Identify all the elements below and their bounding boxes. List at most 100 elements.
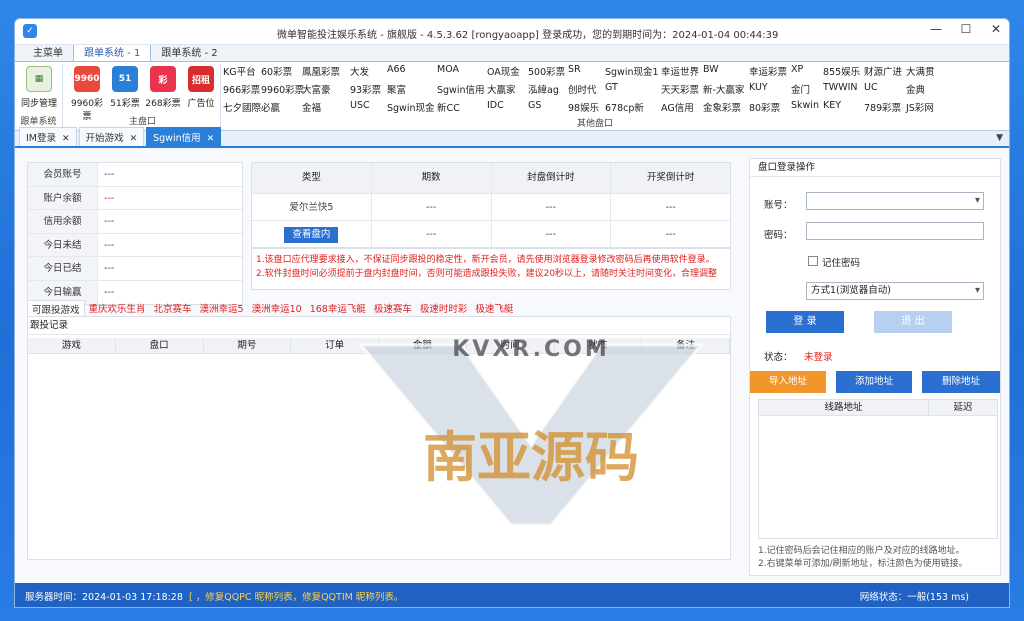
game-tab[interactable]: 澳洲幸运5 (196, 300, 248, 316)
platform-link[interactable]: JS彩网 (906, 100, 934, 114)
close-icon[interactable]: ✕ (989, 22, 1003, 36)
main-market-button[interactable]: 彩 268彩票 (143, 66, 183, 109)
platform-link[interactable]: UC (864, 82, 878, 93)
platform-link[interactable]: 98娱乐 (568, 100, 599, 114)
login-mode-select[interactable]: 方式1(浏览器自动) (806, 282, 984, 300)
platform-link[interactable]: 60彩票 (261, 64, 292, 78)
platform-link[interactable]: 大发 (350, 64, 369, 78)
remember-password-checkbox[interactable] (808, 256, 818, 266)
title-bar[interactable]: ✓ 微单智能投注娱乐系统 - 旗舰版 - 4.5.3.62 [rongyaoap… (15, 19, 1009, 45)
doc-tab-im-login[interactable]: IM登录 ✕ (19, 127, 77, 146)
game-tab[interactable]: 重庆欢乐生肖 (85, 300, 150, 316)
platform-link[interactable]: IDC (487, 100, 504, 111)
platform-link[interactable]: 新CC (437, 100, 460, 114)
platform-link[interactable]: 金典 (906, 82, 925, 96)
platform-link[interactable]: BW (703, 64, 719, 75)
platform-link[interactable]: 966彩票 (223, 82, 260, 96)
doc-tab-sgwin-credit[interactable]: Sgwin信用 ✕ (146, 127, 222, 146)
import-address-button[interactable]: 导入地址 (750, 371, 826, 393)
game-tab[interactable]: 极速时时彩 (416, 300, 472, 316)
view-market-button[interactable]: 查看盘内 (284, 227, 339, 243)
chevron-down-icon[interactable]: ▼ (996, 133, 1003, 143)
game-tab[interactable]: 极速飞艇 (471, 300, 517, 316)
login-status-value: 未登录 (804, 352, 833, 363)
close-icon[interactable]: ✕ (62, 134, 70, 144)
platform-link[interactable]: 789彩票 (864, 100, 901, 114)
platform-link[interactable]: XP (791, 64, 803, 75)
notice-box: 1.该盘口应代理要求接入，不保证同步跟投的稳定性，新开会员，请先使用浏览器登录修… (251, 248, 731, 290)
platform-link[interactable]: 七夕國際 (223, 100, 261, 114)
account-select[interactable] (806, 192, 984, 210)
platform-link[interactable]: Sgwin现金 (387, 100, 435, 114)
platform-link[interactable]: 678cp新 (605, 100, 644, 114)
close-countdown-value: --- (492, 194, 612, 220)
main-market-label: 51彩票 (110, 99, 140, 109)
account-row: 会员账号 --- (28, 163, 242, 187)
delete-address-button[interactable]: 删除地址 (922, 371, 1000, 393)
platform-link[interactable]: 幸运世界 (661, 64, 699, 78)
col-line-address: 线路地址 (759, 400, 929, 415)
platform-link[interactable]: 金象彩票 (703, 100, 741, 114)
game-tab[interactable]: 168幸运飞艇 (306, 300, 370, 316)
platform-link[interactable]: 新-大赢家 (703, 82, 744, 96)
platform-link[interactable]: TWWIN (823, 82, 858, 93)
platform-link[interactable]: 幸运彩票 (749, 64, 787, 78)
platform-link[interactable]: GS (528, 100, 541, 111)
document-tabs: IM登录 ✕ 开始游戏 ✕ Sgwin信用 ✕ ▼ (15, 127, 1009, 148)
game-tab[interactable]: 澳洲幸运10 (248, 300, 306, 316)
tab-followable-games[interactable]: 可跟投游戏 (27, 300, 85, 316)
main-market-button[interactable]: 招租 广告位 (181, 66, 221, 109)
platform-link[interactable]: 必赢 (261, 100, 280, 114)
platform-link[interactable]: 大满贯 (906, 64, 935, 78)
platform-link[interactable]: 大富豪 (302, 82, 331, 96)
platform-link[interactable]: KG平台 (223, 64, 256, 78)
add-address-button[interactable]: 添加地址 (836, 371, 912, 393)
game-type-value: 爱尔兰快5 (252, 194, 372, 220)
login-button[interactable]: 登 录 (766, 311, 844, 333)
close-countdown-value-2: --- (492, 221, 612, 247)
platform-link[interactable]: SR (568, 64, 581, 75)
game-tab[interactable]: 极速赛车 (370, 300, 416, 316)
9960-logo-icon: 9960 (74, 66, 100, 92)
logout-button[interactable]: 退 出 (874, 311, 952, 333)
platform-link[interactable]: 聚富 (387, 82, 406, 96)
platform-link[interactable]: AG信用 (661, 100, 694, 114)
game-tab[interactable]: 北京赛车 (150, 300, 196, 316)
platform-link[interactable]: USC (350, 100, 370, 111)
sync-manage-button[interactable]: ▦ 同步管理 (17, 66, 61, 109)
platform-link[interactable]: 9960彩票 (261, 82, 304, 96)
address-table[interactable]: 线路地址 延迟 (758, 399, 998, 539)
period-value-2: --- (372, 221, 492, 247)
platform-link[interactable]: 大赢家 (487, 82, 516, 96)
platform-link[interactable]: Sgwin信用 (437, 82, 485, 96)
platform-link[interactable]: MOA (437, 64, 459, 75)
platform-link[interactable]: 创时代 (568, 82, 597, 96)
platform-link[interactable]: GT (605, 82, 618, 93)
platform-link[interactable]: KUY (749, 82, 768, 93)
minimize-icon[interactable]: — (929, 22, 943, 36)
platform-link[interactable]: OA现金 (487, 64, 520, 78)
password-input[interactable] (806, 222, 984, 240)
platform-link[interactable]: 金福 (302, 100, 321, 114)
main-market-button[interactable]: 51 51彩票 (105, 66, 145, 109)
platform-link[interactable]: Sgwin现金1 (605, 64, 659, 78)
platform-link[interactable]: 财源广进 (864, 64, 902, 78)
maximize-icon[interactable]: ☐ (959, 22, 973, 36)
close-icon[interactable]: ✕ (130, 134, 138, 144)
platform-link[interactable]: A66 (387, 64, 406, 75)
ribbon-group-main: 9960 9960彩票 51 51彩票彩 268彩票 招租 广告位 主盘口 (65, 64, 221, 128)
close-icon[interactable]: ✕ (207, 134, 215, 144)
platform-link[interactable]: 500彩票 (528, 64, 565, 78)
platform-link[interactable]: 天天彩票 (661, 82, 699, 96)
platform-link[interactable]: 金门 (791, 82, 810, 96)
platform-link[interactable]: 855娱乐 (823, 64, 860, 78)
platform-link[interactable]: KEY (823, 100, 841, 111)
doc-tab-start-game[interactable]: 开始游戏 ✕ (78, 127, 145, 146)
platform-link[interactable]: 93彩票 (350, 82, 381, 96)
platform-link[interactable]: Skwin (791, 100, 819, 111)
platform-link[interactable]: 80彩票 (749, 100, 780, 114)
doc-tab-label: Sgwin信用 (153, 133, 201, 144)
platform-link[interactable]: 泓緯ag (528, 82, 559, 96)
platform-link[interactable]: 鳳凰彩票 (302, 64, 340, 78)
account-value: --- (104, 192, 115, 204)
